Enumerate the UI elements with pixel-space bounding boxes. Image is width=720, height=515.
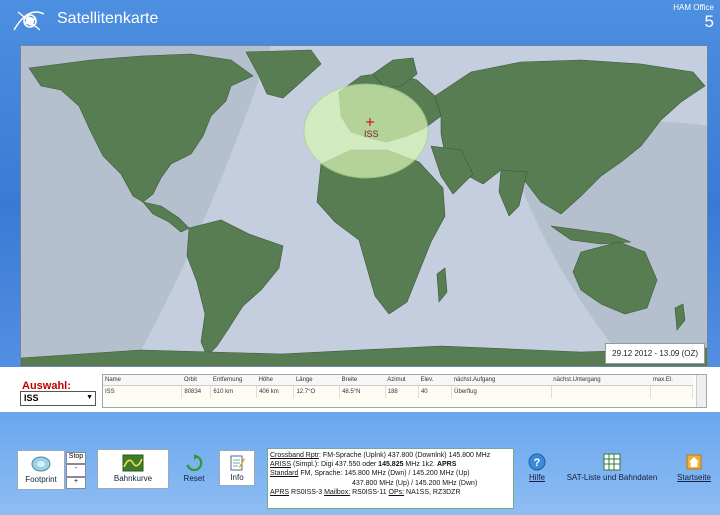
satellite-info-box: Crossband Rptr: FM-Sprache (Uplnk) 437.8…	[267, 448, 514, 509]
page-title: Satellitenkarte	[57, 10, 159, 27]
brand: HAM Office 5	[673, 3, 714, 31]
hilfe-label: Hilfe	[528, 473, 545, 482]
footprint-label: Footprint	[25, 475, 57, 484]
table-cell	[551, 385, 652, 398]
refresh-icon	[186, 454, 203, 472]
col-header[interactable]: Name	[103, 375, 182, 386]
table-scrollbar[interactable]	[696, 375, 706, 407]
satellite-table: Name Orbit Entfernung Höhe Länge Breite …	[102, 374, 707, 408]
col-header[interactable]: Höhe	[256, 375, 294, 386]
satellite-data-table: Name Orbit Entfernung Höhe Länge Breite …	[103, 375, 693, 398]
info-line-callsigns: APRS RS0ISS-3 Mailbox: RS0ISS-11 OPs: NA…	[270, 488, 461, 496]
col-header[interactable]: Orbit	[181, 375, 211, 386]
col-header[interactable]: nächst.Untergang	[551, 375, 651, 386]
table-cell: 188	[385, 385, 419, 398]
brand-version: 5	[704, 12, 714, 31]
table-header-row: Name Orbit Entfernung Höhe Länge Breite …	[103, 375, 693, 386]
satellite-dropdown[interactable]: ISS ▼	[20, 391, 96, 406]
stop-button[interactable]: Stop	[66, 452, 86, 464]
info-line-crossband: Crossband Rptr: FM-Sprache (Uplnk) 437.8…	[270, 452, 491, 459]
table-cell: Überflug	[451, 385, 552, 398]
table-row[interactable]: ISS 80834 610 km 406 km 12.7°O 48.5°N 18…	[103, 385, 693, 398]
title-bar: Satellitenkarte HAM Office 5	[0, 0, 720, 44]
map-timestamp: 29.12 2012 - 13.09 (OZ)	[605, 343, 705, 364]
table-cell: ISS	[103, 385, 183, 398]
col-header[interactable]: Länge	[293, 375, 340, 386]
sat-list-label: SAT-Liste und Bahndaten	[566, 473, 658, 482]
col-header[interactable]: max.El.	[650, 375, 693, 386]
info-line-ariss: ARISS (Simpl.): Digi 437.550 oder 145.82…	[270, 461, 457, 469]
satellite-logo-icon	[13, 11, 45, 31]
footprint-icon	[31, 456, 51, 472]
footprint-button[interactable]: Footprint	[17, 450, 65, 490]
brand-name: HAM Office	[673, 3, 714, 12]
info-button[interactable]: Info	[219, 450, 255, 486]
world-map[interactable]: ISS 29.12 2012 - 13.09 (OZ)	[20, 45, 708, 367]
bahnkurve-button[interactable]: Bahnkurve	[97, 449, 169, 489]
table-cell: 610 km	[210, 385, 258, 398]
reset-label: Reset	[183, 474, 205, 483]
hilfe-button[interactable]: ? Hilfe	[524, 453, 550, 482]
startseite-label: Startseite	[677, 473, 711, 482]
satellite-dropdown-value: ISS	[24, 393, 39, 403]
notepad-icon	[230, 455, 245, 471]
bahnkurve-label: Bahnkurve	[113, 474, 153, 483]
startseite-button[interactable]: Startseite	[672, 453, 716, 482]
satellite-marker-label: ISS	[364, 129, 379, 139]
col-header[interactable]: nächst.Aufgang	[451, 375, 552, 386]
col-header[interactable]: Azimut	[385, 375, 419, 386]
info-line-standard-2: 437.800 MHz (Up) / 145.200 MHz (Dwn)	[352, 479, 478, 487]
col-header[interactable]: Elev.	[418, 375, 452, 386]
info-label: Info	[230, 473, 244, 482]
home-icon	[686, 454, 702, 470]
help-icon: ?	[528, 453, 546, 471]
table-cell: 12.7°O	[293, 385, 341, 398]
table-cell	[650, 385, 693, 398]
table-cell: 406 km	[256, 385, 295, 398]
selection-panel: Auswahl: ISS ▼ Name Orbit Entfernung Höh…	[0, 367, 720, 412]
plus-button[interactable]: +	[66, 477, 86, 489]
info-line-standard: Standard FM, Sprache: 145.800 MHz (Dwn) …	[270, 470, 470, 478]
col-header[interactable]: Breite	[339, 375, 386, 386]
bottom-toolbar: Footprint Stop - + Bahnkurve Reset Info …	[0, 412, 720, 515]
svg-text:?: ?	[534, 457, 541, 469]
col-header[interactable]: Entfernung	[210, 375, 257, 386]
reset-button[interactable]: Reset	[180, 454, 208, 483]
table-grid-icon	[603, 453, 621, 471]
map-canvas: ISS	[21, 46, 707, 366]
chevron-down-icon: ▼	[86, 394, 93, 401]
table-cell: 48.5°N	[339, 385, 386, 398]
table-cell: 80834	[181, 385, 212, 398]
sat-list-button[interactable]: SAT-Liste und Bahndaten	[560, 453, 664, 482]
table-cell: 40	[418, 385, 453, 398]
minus-button[interactable]: -	[66, 464, 86, 477]
orbit-curve-icon	[122, 454, 144, 472]
